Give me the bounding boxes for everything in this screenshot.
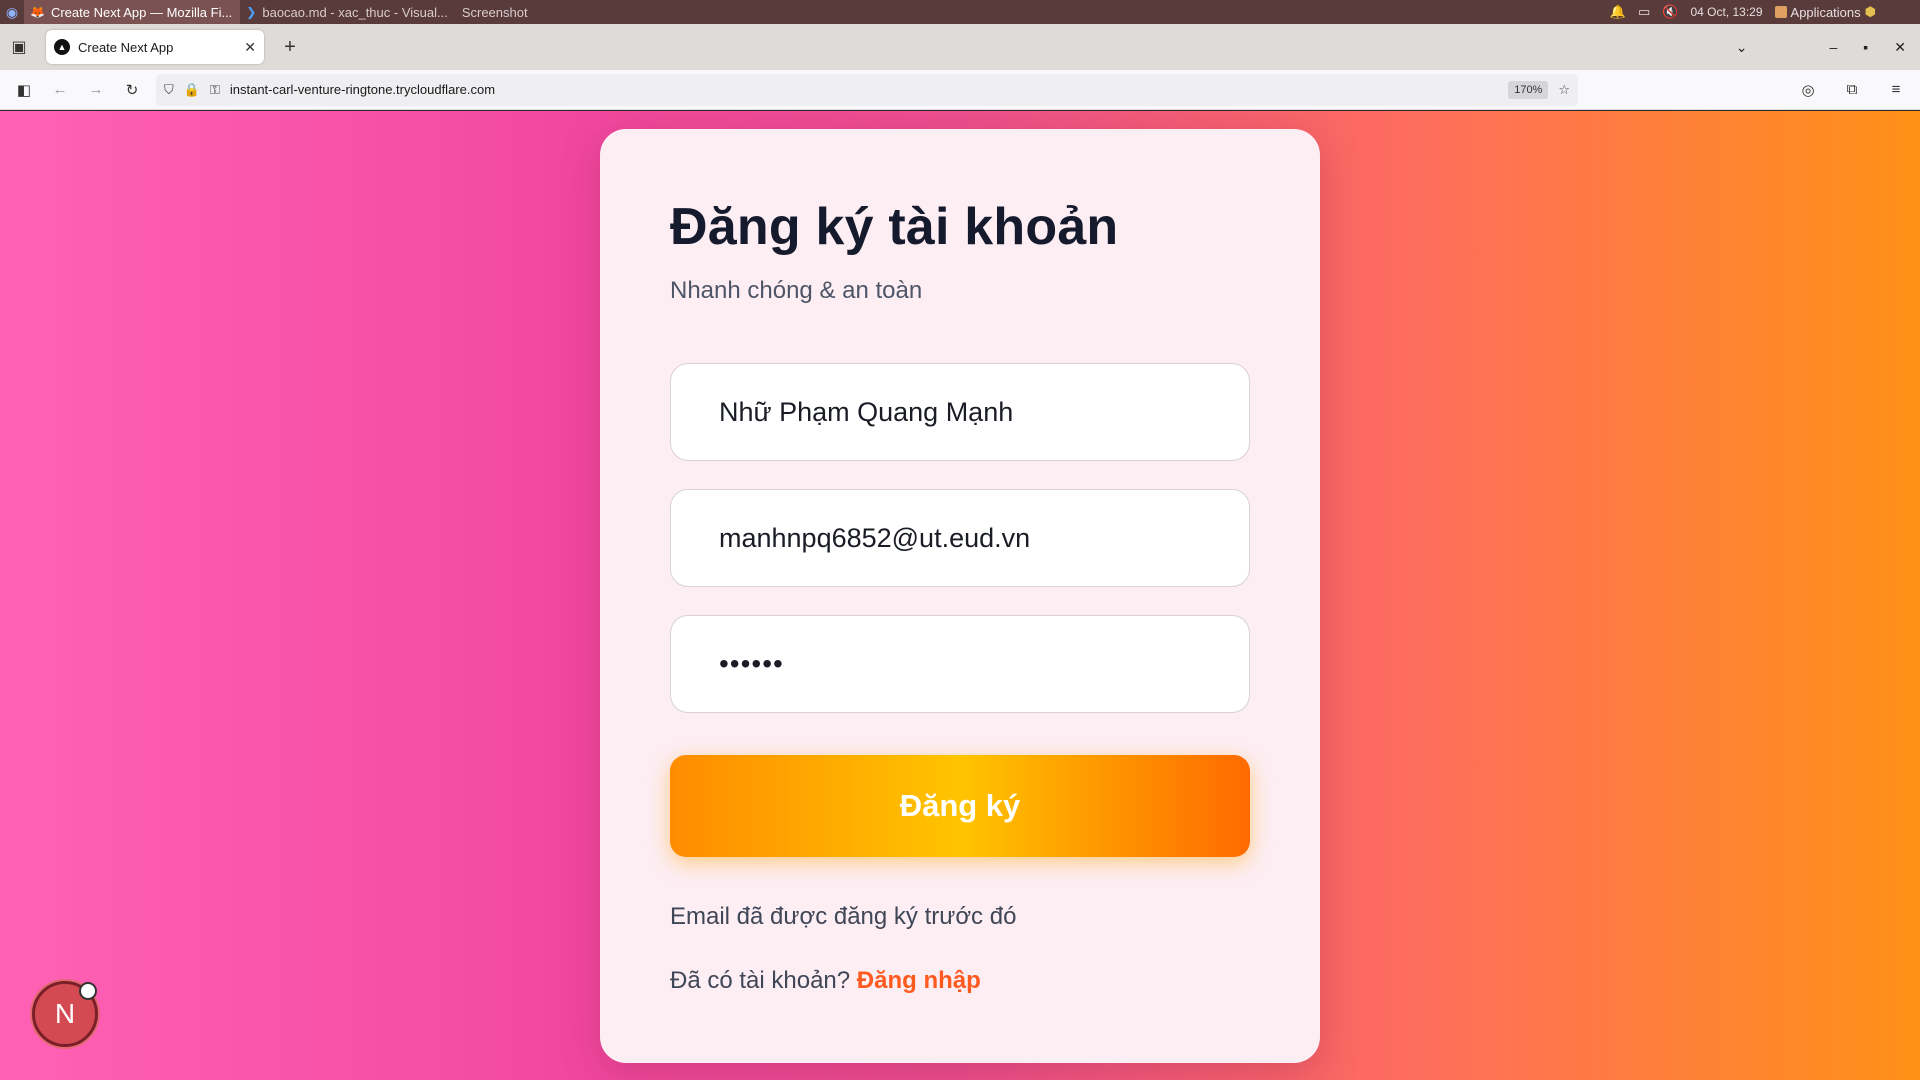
taskbar-item-label: baocao.md - xac_thuc - Visual...	[262, 4, 448, 20]
new-tab-button[interactable]: +	[276, 36, 304, 59]
nextjs-logo-icon: N	[54, 998, 76, 1029]
taskbar-item-vscode[interactable]: ❯ baocao.md - xac_thuc - Visual...	[240, 0, 456, 24]
error-message: Email đã được đăng ký trước đó	[670, 903, 1017, 930]
applications-menu[interactable]: Applications ⬢	[1774, 4, 1876, 20]
extensions-icon[interactable]: ⧉	[1834, 74, 1870, 106]
battery-icon[interactable]: ▭	[1638, 4, 1650, 20]
applications-icon	[1774, 6, 1787, 18]
mute-icon[interactable]: 🔇	[1662, 4, 1678, 20]
page-viewport: Đăng ký tài khoản Nhanh chóng & an toàn …	[0, 111, 1920, 1080]
taskbar-item-firefox[interactable]: 🦊 Create Next App — Mozilla Fi...	[24, 0, 241, 24]
bookmark-star-icon[interactable]: ☆	[1558, 82, 1570, 98]
register-card: Đăng ký tài khoản Nhanh chóng & an toàn …	[600, 129, 1320, 1063]
login-link[interactable]: Đăng nhập	[857, 967, 981, 994]
register-button[interactable]: Đăng ký	[670, 755, 1250, 857]
tray-icon: ⬢	[1864, 4, 1876, 19]
login-prompt-row: Đã có tài khoản? Đăng nhập	[670, 967, 1250, 995]
address-bar[interactable]: ⛉ 🔒 ⚿ instant-carl-venture-ringtone.tryc…	[156, 73, 1578, 106]
password-input[interactable]: ••••••	[670, 615, 1250, 713]
nextjs-dev-indicator[interactable]: N	[32, 981, 98, 1047]
applications-label: Applications	[1790, 4, 1861, 20]
email-input[interactable]: manhnpq6852@ut.eud.vn	[670, 489, 1250, 587]
os-top-panel: ◉ 🦊 Create Next App — Mozilla Fi... ❯ ba…	[0, 0, 1920, 24]
firefox-view-icon[interactable]: ▣	[0, 28, 38, 66]
url-text[interactable]: instant-carl-venture-ringtone.trycloudfl…	[230, 82, 1498, 97]
login-prompt-text: Đã có tài khoản?	[670, 967, 851, 994]
zoom-level-badge[interactable]: 170%	[1508, 80, 1549, 99]
back-arrow-icon[interactable]: ←	[42, 74, 78, 106]
vscode-icon: ❯	[246, 5, 257, 19]
maximize-window-icon[interactable]: ▪	[1863, 39, 1868, 55]
page-title: Đăng ký tài khoản	[670, 198, 1119, 256]
browser-tab-active[interactable]: ▲ Create Next App ✕	[46, 30, 264, 64]
key-icon[interactable]: ⚿	[210, 82, 220, 98]
taskbar-item-label: Screenshot	[461, 4, 528, 20]
status-dot	[79, 982, 97, 1000]
browser-tab-strip: ▣ ▲ Create Next App ✕ + ⌄ – ▪ ✕	[0, 24, 1920, 70]
tab-title: Create Next App	[78, 39, 174, 55]
page-subtitle: Nhanh chóng & an toàn	[670, 277, 923, 304]
list-tabs-chevron-icon[interactable]: ⌄	[1736, 39, 1748, 56]
menu-hamburger-icon[interactable]: ≡	[1878, 74, 1914, 106]
reload-icon[interactable]: ↻	[114, 74, 150, 106]
tab-close-icon[interactable]: ✕	[244, 39, 256, 56]
notification-bell-icon[interactable]: 🔔	[1610, 4, 1626, 20]
close-window-icon[interactable]: ✕	[1894, 39, 1906, 56]
name-input-value: Nhữ Phạm Quang Mạnh	[719, 396, 1014, 427]
email-input-value: manhnpq6852@ut.eud.vn	[719, 522, 1031, 553]
app-launcher-icon[interactable]: ◉	[0, 0, 24, 24]
lock-icon[interactable]: 🔒	[184, 82, 200, 98]
forward-arrow-icon[interactable]: →	[78, 74, 114, 106]
sidebar-toggle-icon[interactable]: ◧	[6, 74, 42, 106]
account-icon[interactable]: ◎	[1790, 74, 1826, 106]
tracking-shield-icon[interactable]: ⛉	[164, 82, 174, 98]
minimize-window-icon[interactable]: –	[1830, 39, 1838, 55]
password-input-value: ••••••	[719, 648, 784, 679]
clock[interactable]: 04 Oct, 13:29	[1690, 5, 1762, 19]
name-input[interactable]: Nhữ Phạm Quang Mạnh	[670, 363, 1250, 461]
nextjs-favicon-icon: ▲	[54, 39, 70, 55]
browser-navigation-bar: ◧ ← → ↻ ⛉ 🔒 ⚿ instant-carl-venture-ringt…	[0, 70, 1920, 110]
firefox-icon: 🦊	[30, 5, 45, 19]
taskbar-item-screenshot[interactable]: Screenshot	[456, 0, 536, 24]
taskbar-item-label: Create Next App — Mozilla Fi...	[50, 4, 233, 20]
